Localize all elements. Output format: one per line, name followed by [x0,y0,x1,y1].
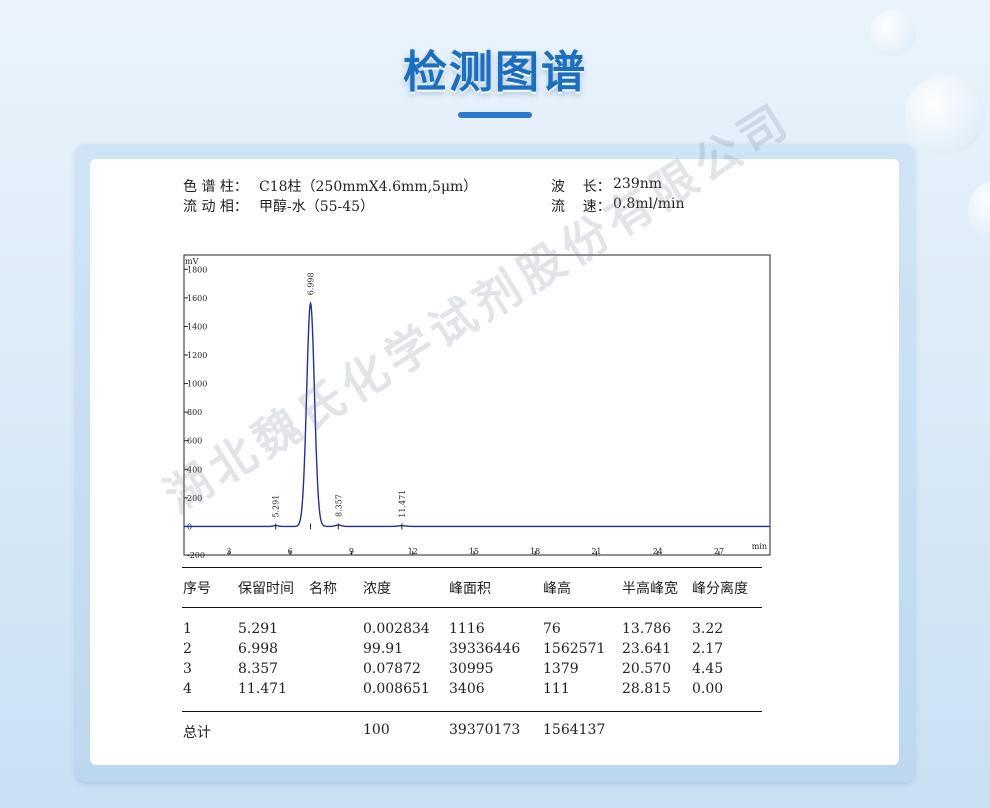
x-tick-label: 3 [226,547,231,556]
header-peak-area: 峰面积 [449,581,491,597]
header-index: 序号 [183,581,211,597]
row-peak-area: 3406 [449,681,485,697]
row-resolution: 3.22 [692,621,724,637]
row-half-width: 20.570 [622,661,671,677]
row-peak-height: 1379 [543,661,579,677]
peak-label: 6.998 [307,272,316,295]
peak-label: 5.291 [272,495,281,518]
row-peak-area: 30995 [449,661,494,677]
table-body-rule [182,711,762,712]
row-resolution: 2.17 [692,641,724,657]
row-retention-time: 11.471 [238,681,287,697]
table-top-rule [182,567,762,568]
column-label: 色 谱 柱： [183,179,248,195]
row-peak-area: 1116 [449,621,485,637]
row-concentration: 99.91 [363,641,404,657]
row-resolution: 0.00 [692,681,724,697]
total-concentration: 100 [363,722,390,738]
row-retention-time: 8.357 [238,661,279,677]
row-peak-height: 76 [543,621,561,637]
x-tick-label: 24 [653,547,663,556]
page-title: 检测图谱 [403,47,587,98]
row-index: 4 [183,681,192,697]
y-tick-label: 1800 [187,265,207,274]
row-peak-area: 39336446 [449,641,521,657]
row-index: 2 [183,641,192,657]
column-value: C18柱（250mmX4.6mm,5μm） [259,179,478,195]
row-half-width: 23.641 [622,641,671,657]
total-peak-area: 39370173 [449,722,521,738]
row-retention-time: 6.998 [238,641,279,657]
header-resolution: 峰分离度 [692,581,748,597]
x-tick-label: 15 [469,547,479,556]
x-tick-label: 9 [349,547,354,556]
x-tick-label: 18 [530,547,540,556]
x-axis-label: min [752,542,767,551]
y-tick-label: 1600 [187,294,207,303]
header-half-width: 半高峰宽 [622,581,678,597]
peak-label: 11.471 [398,490,407,518]
row-resolution: 4.45 [692,661,724,677]
row-index: 1 [183,621,192,637]
header-name: 名称 [309,581,337,597]
header-retention-time: 保留时间 [238,581,294,597]
y-tick-label: -200 [187,551,205,559]
row-index: 3 [183,661,192,677]
total-label: 总计 [183,725,211,741]
row-concentration: 0.07872 [363,661,421,677]
x-tick-label: 12 [408,547,418,556]
table-header-rule [182,607,762,608]
row-half-width: 13.786 [622,621,671,637]
mobile-phase-label: 流 动 相： [183,199,248,215]
y-axis-label: mV [185,257,199,266]
row-concentration: 0.002834 [363,621,430,637]
row-retention-time: 5.291 [238,621,279,637]
y-tick-label: 800 [187,408,202,417]
title-underline [458,112,532,118]
mobile-phase-value: 甲醇-水（55-45） [259,199,375,215]
y-tick-label: 1000 [187,380,207,389]
x-tick-label: 21 [591,547,601,556]
header-concentration: 浓度 [363,581,391,597]
x-tick-label: 6 [288,547,293,556]
decor-bubble [968,180,990,240]
row-peak-height: 1562571 [543,641,606,657]
row-concentration: 0.008651 [363,681,430,697]
y-tick-label: 1400 [187,322,207,331]
row-peak-height: 111 [543,681,570,697]
peak-label: 8.357 [334,494,343,517]
total-peak-height: 1564137 [543,722,606,738]
header-peak-height: 峰高 [543,581,571,597]
x-tick-label: 27 [714,547,724,556]
row-half-width: 28.815 [622,681,671,697]
y-tick-label: 1200 [187,351,207,360]
